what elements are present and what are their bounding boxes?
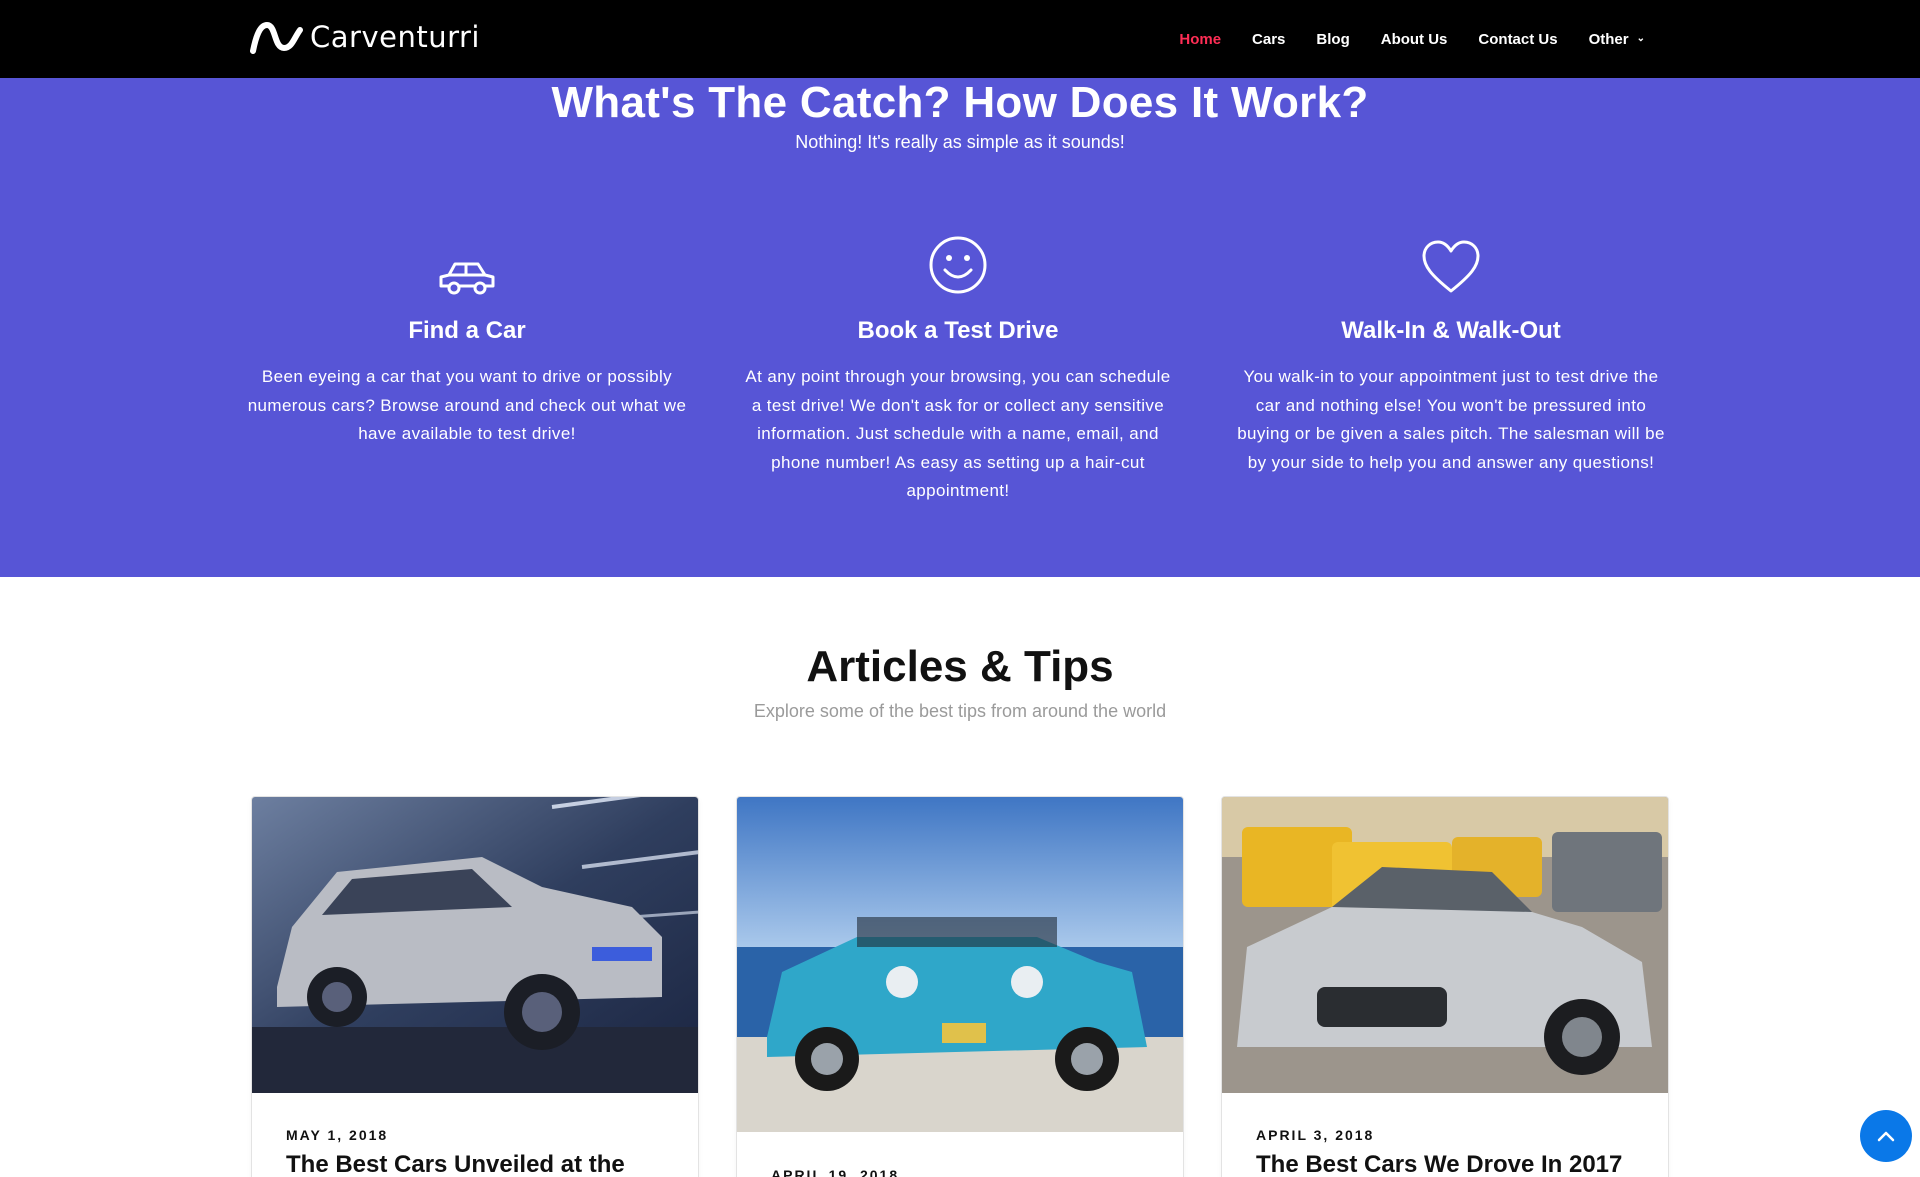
nav-home[interactable]: Home <box>1179 31 1221 48</box>
feature-find-a-car: Find a Car Been eyeing a car that you wa… <box>247 223 687 449</box>
heart-icon <box>1422 240 1480 293</box>
section-title: What's The Catch? How Does It Work? <box>551 78 1369 127</box>
articles-subtitle: Explore some of the best tips from aroun… <box>753 701 1167 721</box>
article-date: APRIL 19, 2018 <box>771 1167 900 1177</box>
top-navbar: Carventurri Home Cars Blog About Us Cont… <box>0 0 1920 78</box>
logo-mark-icon <box>250 21 303 54</box>
silver-sports-car-image <box>1222 797 1668 1093</box>
nav-blog[interactable]: Blog <box>1316 31 1349 48</box>
feature-text: Been eyeing a car that you want to drive… <box>247 367 687 443</box>
article-title[interactable]: The Best Cars We Drove In 2017 <box>1256 1151 1648 1177</box>
article-card[interactable]: MAY 1, 2018 The Best Cars Unveiled at th… <box>251 796 699 1177</box>
feature-title: Book a Test Drive <box>857 317 1059 344</box>
article-card[interactable]: APRIL 19, 2018 <box>736 796 1184 1177</box>
blue-convertible-photo[interactable] <box>737 797 1183 1132</box>
nav-contact-us[interactable]: Contact Us <box>1478 31 1557 48</box>
silver-suv-photo[interactable] <box>252 797 698 1093</box>
chevron-down-icon: ⌄ <box>1636 32 1645 44</box>
feature-title: Find a Car <box>408 317 526 344</box>
section-subtitle: Nothing! It's really as simple as it sou… <box>795 132 1125 152</box>
brand-logo[interactable]: Carventurri <box>250 12 480 62</box>
article-card[interactable]: APRIL 3, 2018 The Best Cars We Drove In … <box>1221 796 1669 1177</box>
brand-name: Carventurri <box>310 20 480 54</box>
nav-about-us[interactable]: About Us <box>1381 31 1448 48</box>
car-icon <box>439 262 495 295</box>
article-date: MAY 1, 2018 <box>286 1127 389 1143</box>
feature-walk-in-walk-out: Walk-In & Walk-Out You walk-in to your a… <box>1231 223 1671 477</box>
nav-other-dropdown[interactable]: Other ⌄ <box>1589 31 1645 48</box>
feature-text: At any point through your browsing, you … <box>745 367 1171 500</box>
articles-title: Articles & Tips <box>806 642 1114 691</box>
chevron-up-icon <box>1877 1131 1895 1142</box>
nav-cars[interactable]: Cars <box>1252 31 1285 48</box>
smiley-icon <box>929 236 987 294</box>
main-nav: Home Cars Blog About Us Contact Us Other… <box>1179 0 1645 78</box>
scroll-to-top-button[interactable] <box>1860 1110 1912 1162</box>
article-date: APRIL 3, 2018 <box>1256 1127 1375 1143</box>
how-it-works-section: What's The Catch? How Does It Work? Noth… <box>0 78 1920 577</box>
feature-text: You walk-in to your appointment just to … <box>1237 367 1665 472</box>
blue-convertible-image <box>737 797 1183 1132</box>
feature-title: Walk-In & Walk-Out <box>1341 317 1561 344</box>
nav-other-label: Other <box>1588 30 1629 48</box>
silver-suv-image <box>252 797 698 1093</box>
article-title[interactable]: The Best Cars Unveiled at the <box>286 1151 678 1177</box>
silver-sports-car-photo[interactable] <box>1222 797 1668 1093</box>
feature-book-test-drive: Book a Test Drive At any point through y… <box>738 223 1178 506</box>
